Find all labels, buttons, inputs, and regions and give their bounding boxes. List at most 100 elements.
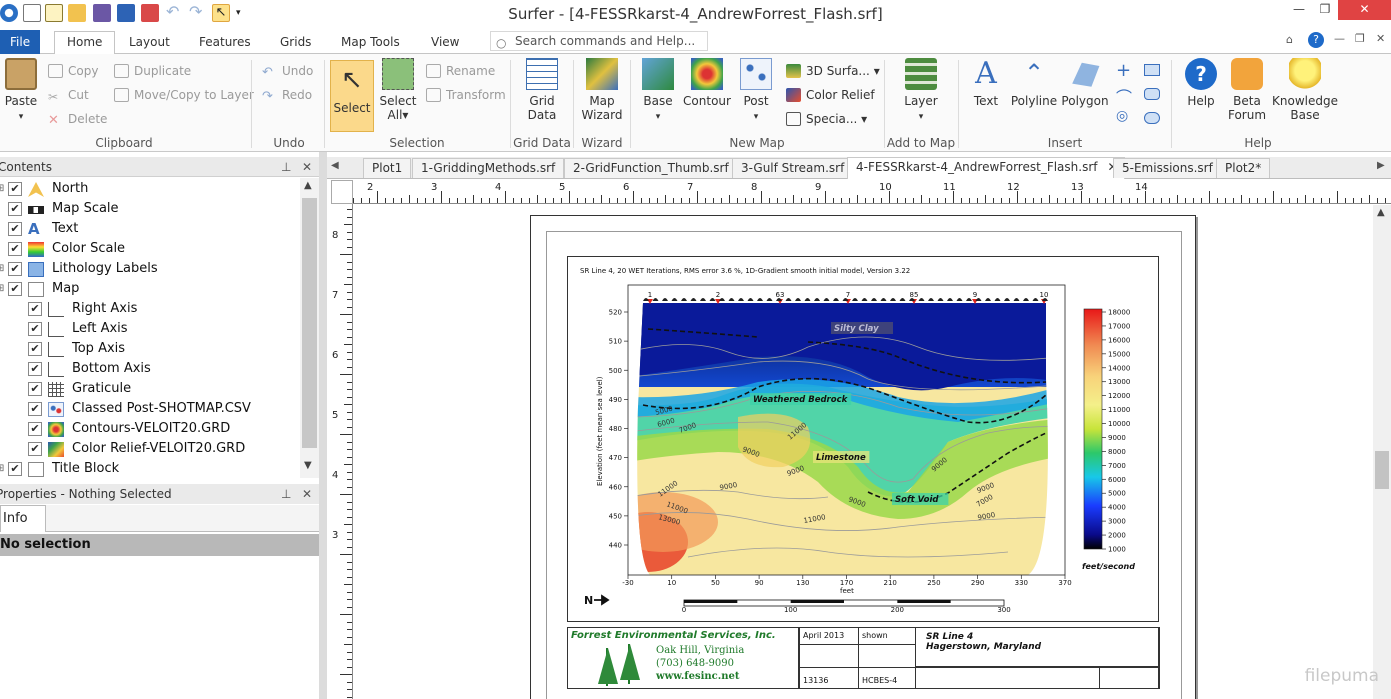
knowledge-base-button[interactable]: Knowledge Base — [1272, 58, 1338, 122]
doc-tab-plot2[interactable]: Plot2* — [1216, 158, 1271, 178]
doc-tab-emissions[interactable]: 5-Emissions.srf — [1113, 158, 1222, 178]
tab-info[interactable]: Info — [0, 505, 46, 532]
tree-item[interactable]: ✔ Map Scale — [0, 199, 300, 219]
copy-button[interactable]: Copy — [48, 62, 98, 80]
undo-button[interactable]: ↶ Undo — [262, 62, 313, 80]
tree-item[interactable]: ⊞ ✔ North — [0, 179, 300, 199]
map-wizard-button[interactable]: Map Wizard — [580, 58, 624, 122]
duplicate-button[interactable]: Duplicate — [114, 62, 191, 80]
doc-tab-grid-function[interactable]: 2-GridFunction_Thumb.srf — [564, 158, 738, 178]
insert-text-button[interactable]: A Text — [966, 58, 1006, 109]
ribbon-minimize-icon[interactable]: ⌂ — [1286, 33, 1293, 46]
tree-item[interactable]: ✔ Color Relief-VELOIT20.GRD — [0, 439, 300, 459]
tree-item[interactable]: ✔ Left Axis — [0, 319, 300, 339]
tab-home[interactable]: Home — [54, 31, 116, 55]
help-button[interactable]: ? Help — [1180, 58, 1222, 108]
doc-tab-gulf-stream[interactable]: 3-Gulf Stream.srf — [732, 158, 854, 178]
visibility-checkbox[interactable]: ✔ — [28, 342, 42, 356]
paste-button[interactable]: Paste ▾ — [2, 58, 40, 124]
visibility-checkbox[interactable]: ✔ — [8, 222, 22, 236]
move-copy-layer-button[interactable]: Move/Copy to Layer — [114, 86, 254, 104]
tree-item[interactable]: ⊞ ✔ Title Block — [0, 459, 300, 479]
tree-item[interactable]: ⊞ ✔ Map — [0, 279, 300, 299]
tab-view[interactable]: View — [427, 32, 463, 54]
transform-button[interactable]: Transform — [426, 86, 506, 104]
tab-grids[interactable]: Grids — [276, 32, 315, 54]
tree-item[interactable]: ✔ Top Axis — [0, 339, 300, 359]
scroll-up-icon[interactable]: ▲ — [304, 180, 312, 191]
doc-tab-gridding-methods[interactable]: 1-GriddingMethods.srf — [412, 158, 565, 178]
tree-item[interactable]: ✔ Graticule — [0, 379, 300, 399]
title-block[interactable]: Forrest Environmental Services, Inc. Oak… — [567, 627, 1160, 689]
seismic-map-svg[interactable]: SR Line 4, 20 WET Iterations, RMS error … — [568, 257, 1158, 621]
tab-map-tools[interactable]: Map Tools — [337, 32, 404, 54]
beta-forum-button[interactable]: Beta Forum — [1226, 58, 1268, 122]
doc-restore-icon[interactable]: ❐ — [1355, 32, 1365, 45]
tree-item[interactable]: ✔ A Text — [0, 219, 300, 239]
layer-button[interactable]: Layer ▾ — [898, 58, 944, 124]
visibility-checkbox[interactable]: ✔ — [8, 202, 22, 216]
visibility-checkbox[interactable]: ✔ — [28, 322, 42, 336]
visibility-checkbox[interactable]: ✔ — [28, 422, 42, 436]
close-panel-icon[interactable]: ✕ — [302, 157, 312, 177]
visibility-checkbox[interactable]: ✔ — [28, 362, 42, 376]
expand-icon[interactable]: ⊞ — [0, 279, 4, 299]
polygon-button[interactable]: Polygon — [1060, 58, 1110, 108]
close-button[interactable]: ✕ — [1338, 0, 1391, 20]
tab-layout[interactable]: Layout — [125, 32, 174, 54]
panel-splitter[interactable] — [319, 152, 327, 699]
restore-button[interactable]: ❐ — [1310, 0, 1340, 20]
tree-item[interactable]: ✔ Bottom Axis — [0, 359, 300, 379]
map-frame[interactable]: SR Line 4, 20 WET Iterations, RMS error … — [567, 256, 1159, 622]
rectangle-icon[interactable] — [1144, 64, 1160, 76]
expand-icon[interactable]: ⊞ — [0, 259, 4, 279]
rename-button[interactable]: Rename — [426, 62, 495, 80]
scroll-thumb[interactable] — [302, 198, 317, 448]
point-icon[interactable]: + — [1116, 60, 1131, 81]
contour-map-button[interactable]: Contour — [682, 58, 732, 108]
tab-scroll-right-icon[interactable]: ▶ — [1377, 160, 1385, 171]
visibility-checkbox[interactable]: ✔ — [8, 182, 22, 196]
scroll-up-icon[interactable]: ▲ — [1377, 207, 1385, 218]
select-button[interactable]: ↖ Select — [330, 60, 374, 132]
canvas-scrollbar[interactable]: ▲ — [1373, 205, 1391, 699]
doc-tab-plot1[interactable]: Plot1 — [363, 158, 412, 178]
tab-features[interactable]: Features — [195, 32, 255, 54]
visibility-checkbox[interactable]: ✔ — [8, 462, 22, 476]
visibility-checkbox[interactable]: ✔ — [8, 282, 22, 296]
doc-minimize-icon[interactable]: — — [1334, 32, 1345, 45]
tree-item[interactable]: ✔ Color Scale — [0, 239, 300, 259]
select-all-button[interactable]: Select All▾ — [378, 58, 418, 122]
tree-item[interactable]: ⊞ ✔ Lithology Labels — [0, 259, 300, 279]
tree-item[interactable]: ✔ Classed Post-SHOTMAP.CSV — [0, 399, 300, 419]
specialty-map-button[interactable]: Specia... ▾ — [786, 110, 867, 128]
visibility-checkbox[interactable]: ✔ — [28, 302, 42, 316]
tree-item[interactable]: ✔ Right Axis — [0, 299, 300, 319]
help-circle-icon[interactable]: ? — [1308, 32, 1324, 48]
visibility-checkbox[interactable]: ✔ — [8, 242, 22, 256]
close-panel-icon[interactable]: ✕ — [302, 484, 312, 504]
grid-data-button[interactable]: Grid Data — [520, 58, 564, 122]
post-map-button[interactable]: Post ▾ — [736, 58, 776, 124]
ellipse-icon[interactable] — [1144, 112, 1160, 124]
polyline-button[interactable]: ⌃ Polyline — [1010, 58, 1058, 108]
visibility-checkbox[interactable]: ✔ — [28, 442, 42, 456]
symbol-icon[interactable]: ◎ — [1116, 108, 1128, 124]
doc-close-icon[interactable]: ✕ — [1376, 32, 1385, 45]
rounded-rect-icon[interactable] — [1144, 88, 1160, 100]
surface-3d-button[interactable]: 3D Surfa... ▾ — [786, 62, 880, 80]
cut-button[interactable]: ✂ Cut — [48, 86, 89, 104]
spline-icon[interactable]: ⌒ — [1116, 84, 1132, 108]
contents-scrollbar[interactable]: ▲ ▼ — [300, 178, 319, 478]
expand-icon[interactable]: ⊞ — [0, 459, 4, 479]
tab-file[interactable]: File — [0, 30, 41, 54]
tab-scroll-left-icon[interactable]: ◀ — [331, 160, 339, 171]
base-map-button[interactable]: Base ▾ — [636, 58, 680, 124]
visibility-checkbox[interactable]: ✔ — [28, 382, 42, 396]
visibility-checkbox[interactable]: ✔ — [28, 402, 42, 416]
scroll-thumb[interactable] — [1375, 451, 1389, 489]
search-commands-input[interactable]: ○ Search commands and Help... — [490, 31, 708, 51]
scroll-down-icon[interactable]: ▼ — [304, 460, 312, 471]
color-relief-button[interactable]: Color Relief — [786, 86, 875, 104]
redo-button[interactable]: ↷ Redo — [262, 86, 312, 104]
